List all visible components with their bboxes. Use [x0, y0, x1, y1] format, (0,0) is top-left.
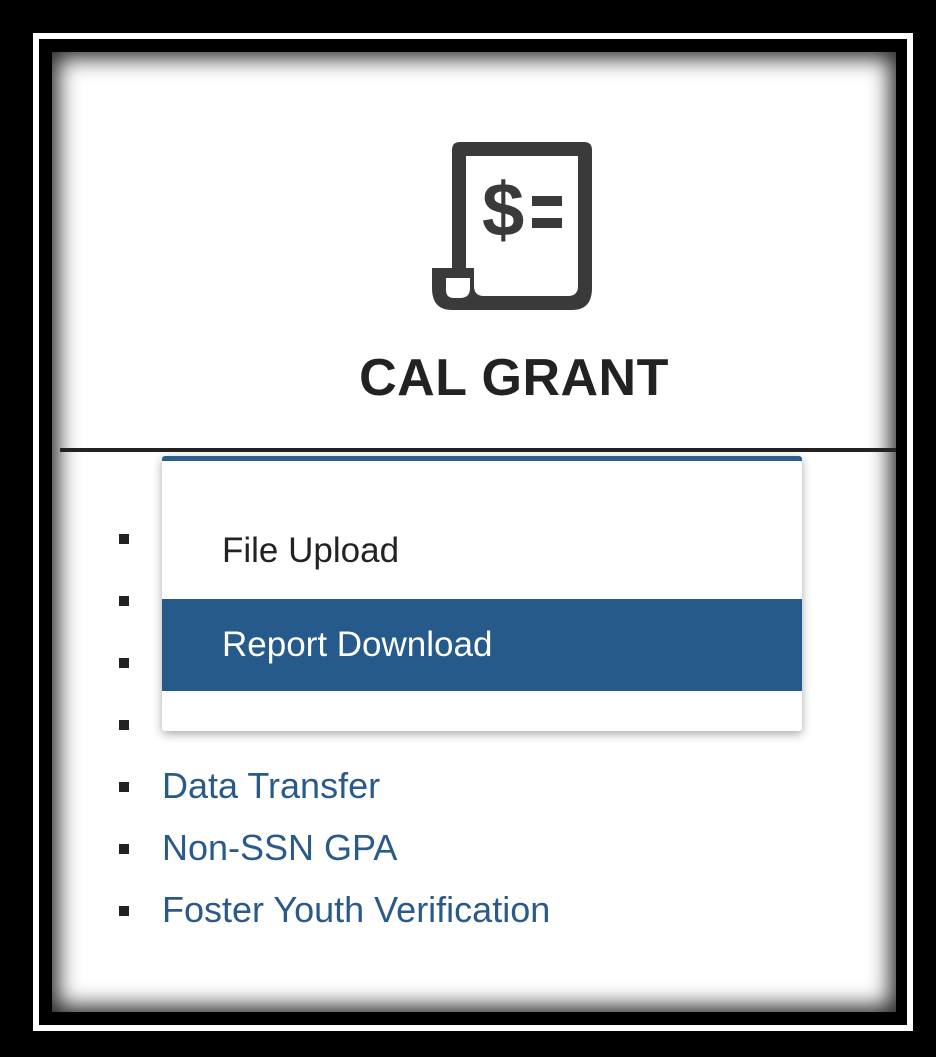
link-foster-youth-verification[interactable]: Foster Youth Verification — [112, 879, 550, 941]
svg-text:$: $ — [482, 168, 524, 253]
bullet-icon — [119, 658, 129, 668]
bullet-icon — [119, 844, 129, 854]
bullet-icon — [119, 534, 129, 544]
bullet-icon — [119, 720, 129, 730]
link-data-transfer[interactable]: Data Transfer — [112, 755, 550, 817]
cal-grant-card: $ CAL GRANT Data Transfer Non-SSN GPA Fo… — [52, 52, 896, 1012]
card-header: $ CAL GRANT — [52, 52, 896, 448]
bullet-icon — [119, 906, 129, 916]
card-title: CAL GRANT — [359, 349, 669, 407]
header-divider — [60, 448, 896, 452]
bullet-icon — [119, 782, 129, 792]
menu-item-report-download[interactable]: Report Download — [162, 599, 802, 691]
menu-item-file-upload[interactable]: File Upload — [162, 505, 802, 597]
dropdown-menu: File Upload Report Download — [162, 456, 802, 731]
bullet-icon — [119, 596, 129, 606]
dollar-scroll-icon: $ — [432, 138, 602, 313]
link-non-ssn-gpa[interactable]: Non-SSN GPA — [112, 817, 550, 879]
